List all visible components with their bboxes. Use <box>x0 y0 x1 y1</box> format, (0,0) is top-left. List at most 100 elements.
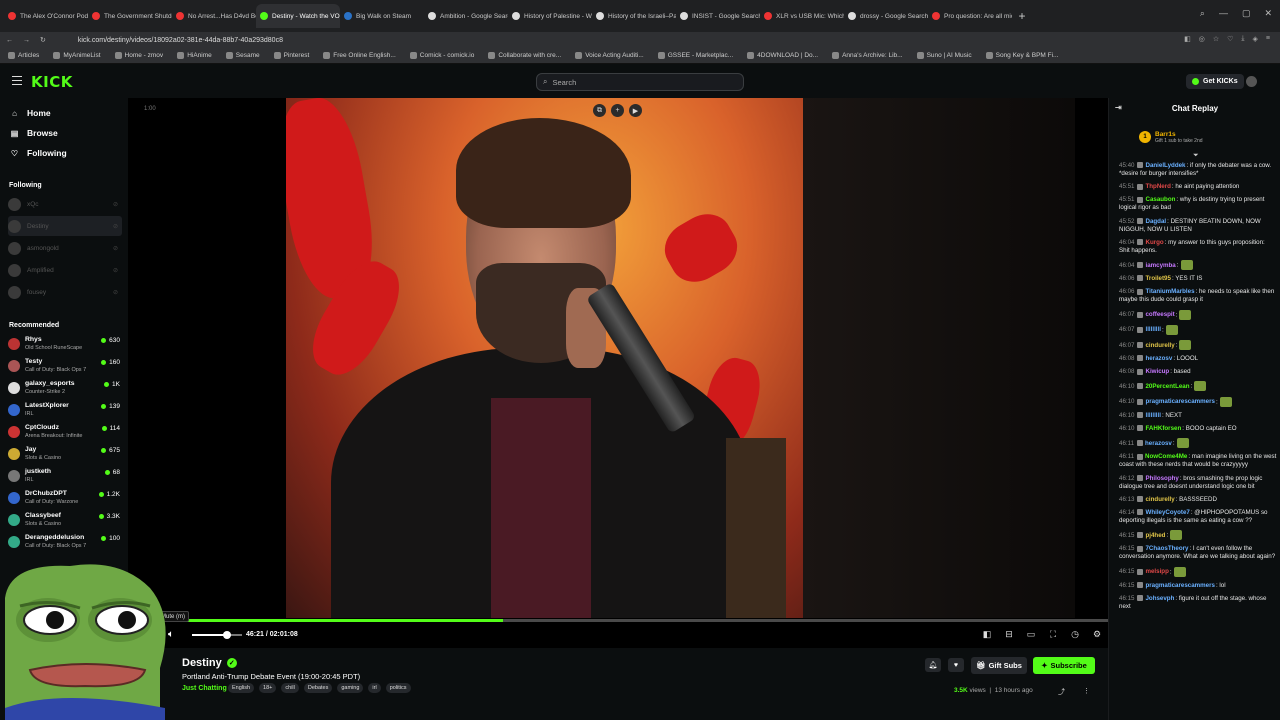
chat-username[interactable]: Dagdal <box>1145 218 1166 225</box>
gift-subs-button[interactable]: 🎁︎ Gift Subs <box>971 657 1027 674</box>
download-icon[interactable]: ⤓ <box>1241 35 1244 43</box>
chat-username[interactable]: pj4hed <box>1145 532 1165 539</box>
browser-tab[interactable]: Pro question: Are all mic <box>928 4 1012 28</box>
tag-chip[interactable]: 18+ <box>259 683 277 693</box>
add-icon[interactable]: + <box>611 104 624 117</box>
tag-chip[interactable]: irl <box>368 683 381 693</box>
browser-tab[interactable]: Big Walk on Steam <box>340 4 424 28</box>
chat-username[interactable]: FAHKforsen <box>1145 425 1181 432</box>
bookmark-item[interactable]: Free Online English... <box>323 52 396 59</box>
browser-tab[interactable]: drossy - Google Search <box>844 4 928 28</box>
recommended-item[interactable]: Jay Slots & Casino 675 <box>8 443 122 465</box>
user-avatar[interactable] <box>1246 76 1257 87</box>
chat-username[interactable]: Kiwicup <box>1145 368 1169 375</box>
tag-chip[interactable]: gaming <box>337 683 364 693</box>
chat-username[interactable]: pragmaticarescammers <box>1145 398 1214 405</box>
miniplayer-icon[interactable]: ⊟ <box>1004 629 1014 639</box>
settings-gear-icon[interactable]: ⚙ <box>1092 629 1102 639</box>
bookmark-item[interactable]: Voice Acting Auditi... <box>575 52 644 59</box>
bookmark-item[interactable]: Song Key & BPM Fi... <box>985 52 1058 59</box>
bookmark-item[interactable]: GSSEE - Marketplac... <box>657 52 733 59</box>
new-tab-button[interactable]: + <box>1012 6 1032 26</box>
recommended-item[interactable]: Rhys Old School RuneScape 630 <box>8 333 122 355</box>
fullscreen-icon[interactable]: ⛶ <box>1048 629 1058 639</box>
extension-icon[interactable]: ◧ <box>1184 35 1191 43</box>
more-options-icon[interactable]: ⋮ <box>1083 687 1090 695</box>
channel-name[interactable]: Destiny ✓ <box>182 657 237 669</box>
browser-tab[interactable]: The Alex O'Connor Podcast <box>4 4 88 28</box>
tag-chip[interactable]: Debates <box>303 683 333 693</box>
theater-icon[interactable]: ▭ <box>1026 629 1036 639</box>
recommended-item[interactable]: galaxy_esports Counter-Strike 2 1K <box>8 377 122 399</box>
bookmark-star-icon[interactable]: ☆ <box>1213 35 1219 43</box>
chat-username[interactable]: cindurelly <box>1145 496 1174 503</box>
sidebar-item-following[interactable]: ♡ Following <box>10 148 67 158</box>
url-field[interactable]: kick.com/destiny/videos/18092a02-381e-44… <box>78 37 283 44</box>
tag-chip[interactable]: English <box>228 683 255 693</box>
volume-handle[interactable] <box>223 631 231 639</box>
bookmark-item[interactable]: Anna's Archive: Lib... <box>832 52 903 59</box>
category-link[interactable]: Just Chatting <box>182 685 227 692</box>
captions-icon[interactable]: ◧ <box>982 629 992 639</box>
browser-tab[interactable]: Ambition - Google Search <box>424 4 508 28</box>
browser-tab[interactable]: INSIST - Google Search <box>676 4 760 28</box>
chat-username[interactable]: lllllllll <box>1145 412 1160 419</box>
chat-username[interactable]: lllllllll <box>1145 326 1160 333</box>
chat-username[interactable]: Philosophy <box>1145 475 1178 482</box>
close-icon[interactable]: ✕ <box>1264 8 1272 19</box>
chat-username[interactable]: herazosv <box>1145 355 1172 362</box>
chat-username[interactable]: NowCome4Me <box>1145 453 1187 460</box>
tag-chip[interactable]: chill <box>281 683 299 693</box>
volume-slider[interactable] <box>192 631 242 639</box>
chat-username[interactable]: Troilet95 <box>1145 275 1170 282</box>
clip-icon[interactable]: ⧉ <box>593 104 606 117</box>
chat-username[interactable]: cindurelly <box>1145 342 1174 349</box>
collapse-chat-icon[interactable]: ⇥ <box>1115 103 1122 112</box>
sidebar-item-browse[interactable]: ▤ Browse <box>10 128 58 138</box>
extension-icon[interactable]: ◎ <box>1199 35 1205 43</box>
chat-username[interactable]: DanielLyddek <box>1145 162 1185 169</box>
kick-logo[interactable]: KICK <box>31 73 73 91</box>
bookmark-item[interactable]: Pinterest <box>273 52 309 59</box>
recommended-item[interactable]: LatestXplorer IRL 139 <box>8 399 122 421</box>
following-item[interactable]: asmongold ⊘ <box>8 238 122 258</box>
browser-tab[interactable]: No Arrest...Has D4vd Bee <box>172 4 256 28</box>
browser-tab[interactable]: XLR vs USB Mic: Which Sh <box>760 4 844 28</box>
chat-username[interactable]: 20PercentLean <box>1145 383 1189 390</box>
recommended-item[interactable]: DrChubzDPT Call of Duty: Warzone 1.2K <box>8 487 122 509</box>
camera-icon[interactable]: ▶ <box>629 104 642 117</box>
chat-username[interactable]: iamcymba <box>1145 262 1175 269</box>
video-player[interactable]: 1:00 ⧉ + ▶ <box>128 98 1108 648</box>
browser-tab[interactable]: History of the Israeli–Pale <box>592 4 676 28</box>
hamburger-menu-icon[interactable] <box>12 76 22 85</box>
notification-bell-icon[interactable]: 🔔︎ <box>925 658 941 672</box>
maximize-icon[interactable]: ▢ <box>1242 8 1251 19</box>
recommended-item[interactable]: Derangeddelusion Call of Duty: Black Ops … <box>8 531 122 553</box>
extension-icon[interactable]: ♡ <box>1227 35 1233 43</box>
recommended-item[interactable]: justketh IRL 68 <box>8 465 122 487</box>
back-icon[interactable]: ← <box>6 37 13 44</box>
following-item[interactable]: fousey ⊘ <box>8 282 122 302</box>
browser-tab[interactable]: Destiny - Watch the VOD! <box>256 4 340 28</box>
bookmark-item[interactable]: Comick - comick.io <box>409 52 474 59</box>
browser-search-icon[interactable]: ⌕ <box>1200 8 1205 19</box>
extension-icon[interactable]: ◈ <box>1253 35 1258 43</box>
chat-username[interactable]: herazosv <box>1145 440 1172 447</box>
recommended-item[interactable]: CptCloudz Arena Breakout: Infinite 114 <box>8 421 122 443</box>
get-kicks-button[interactable]: Get KICKs <box>1186 74 1244 89</box>
following-item[interactable]: Amplified ⊘ <box>8 260 122 280</box>
bookmark-item[interactable]: Home - zmov <box>114 52 163 59</box>
bookmark-item[interactable]: Suno | AI Music <box>916 52 972 59</box>
follow-heart-icon[interactable]: ♥ <box>948 658 964 672</box>
seek-bar[interactable] <box>128 619 1108 622</box>
recommended-item[interactable]: Classybeef Slots & Casino 3.3K <box>8 509 122 531</box>
minimize-icon[interactable]: — <box>1219 8 1228 19</box>
chat-username[interactable]: 7ChaosTheory <box>1145 545 1188 552</box>
chat-username[interactable]: melsipp <box>1145 568 1168 575</box>
chat-username[interactable]: coffeespit <box>1145 311 1174 318</box>
tag-chip[interactable]: politics <box>385 683 411 693</box>
subscribe-button[interactable]: ✦ Subscribe <box>1033 657 1095 674</box>
chat-username[interactable]: Johsevph <box>1145 595 1174 602</box>
browser-tab[interactable]: The Government Shutdown <box>88 4 172 28</box>
chat-username[interactable]: Casaubon <box>1145 196 1175 203</box>
